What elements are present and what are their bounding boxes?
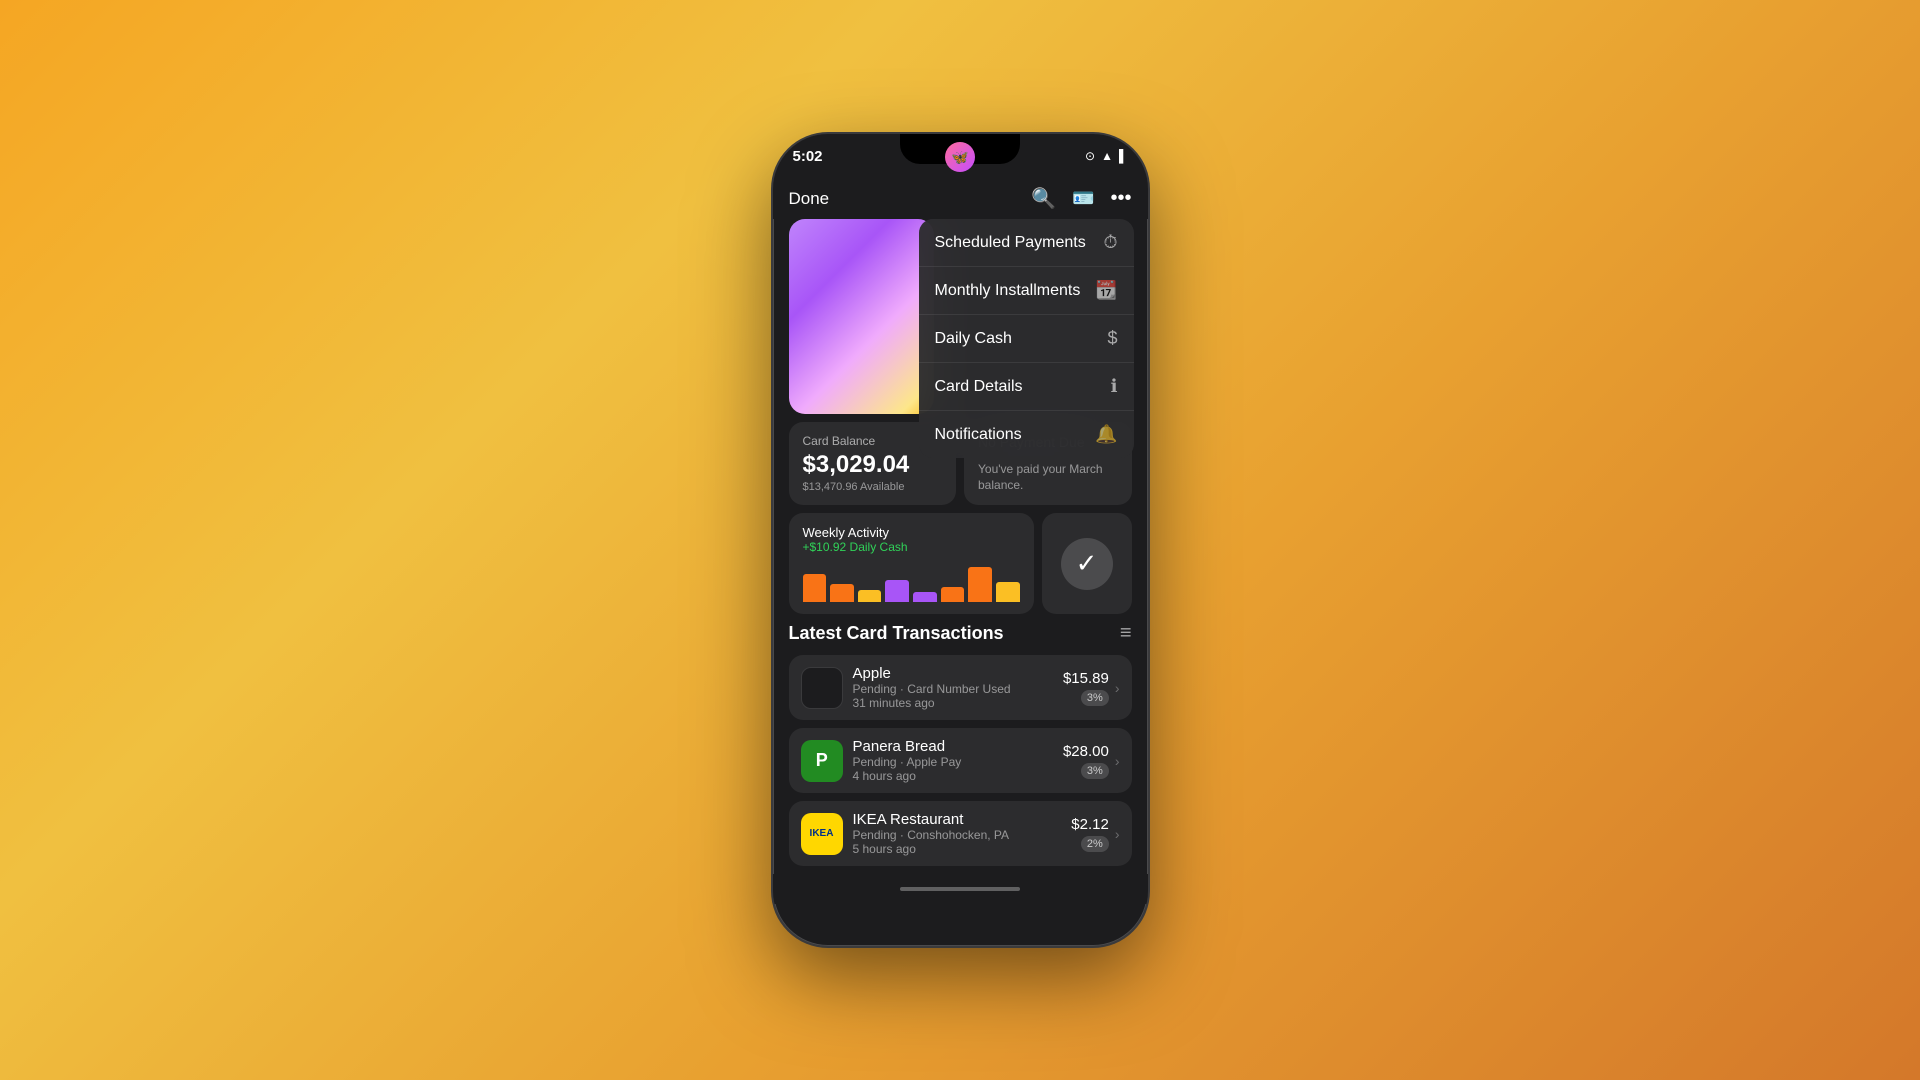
chart-bar xyxy=(996,582,1020,602)
bell-icon: 🔔 xyxy=(1095,424,1117,445)
calendar-icon: 📆 xyxy=(1095,280,1117,301)
dropdown-notifications[interactable]: Notifications 🔔 xyxy=(919,411,1134,458)
transaction-info-ikea: IKEA Restaurant Pending · Conshohocken, … xyxy=(853,811,1072,856)
transactions-header: Latest Card Transactions ≡ xyxy=(789,622,1132,645)
status-time: 5:02 xyxy=(793,148,823,165)
bar-chart xyxy=(803,562,1020,602)
transaction-amount-panera: $28.00 xyxy=(1063,743,1109,760)
chevron-apple: › xyxy=(1115,680,1120,696)
transaction-detail2-panera: 4 hours ago xyxy=(853,769,1063,783)
nav-bar: Done 🔍 🪪 ••• xyxy=(773,178,1148,219)
chevron-panera: › xyxy=(1115,753,1120,769)
more-icon[interactable]: ••• xyxy=(1110,187,1131,210)
chart-bar xyxy=(913,592,937,602)
chart-bar xyxy=(885,580,909,602)
transaction-apple[interactable]: Apple Pending · Card Number Used 31 minu… xyxy=(789,655,1132,720)
apple-card xyxy=(789,219,934,414)
chart-bar xyxy=(830,584,854,602)
panera-icon: P xyxy=(816,750,828,771)
dollar-icon: $ xyxy=(1107,328,1117,349)
transaction-cashback-apple: 3% xyxy=(1081,690,1109,706)
transaction-detail1-ikea: Pending · Conshohocken, PA xyxy=(853,828,1072,842)
transaction-ikea[interactable]: IKEA IKEA Restaurant Pending · Conshohoc… xyxy=(789,801,1132,866)
transaction-name-ikea: IKEA Restaurant xyxy=(853,811,1072,828)
ikea-logo: IKEA xyxy=(801,813,843,855)
payment-subtitle: You've paid your March balance. xyxy=(978,462,1118,493)
transaction-info-panera: Panera Bread Pending · Apple Pay 4 hours… xyxy=(853,738,1063,783)
transaction-amount-ikea: $2.12 xyxy=(1071,816,1109,833)
battery-bar: ▌ xyxy=(1119,149,1128,163)
transaction-detail1-apple: Pending · Card Number Used xyxy=(853,682,1063,696)
transaction-detail2-ikea: 5 hours ago xyxy=(853,842,1072,856)
transactions-title: Latest Card Transactions xyxy=(789,623,1004,644)
transaction-right-panera: $28.00 3% xyxy=(1063,743,1109,779)
chart-bar xyxy=(858,590,882,602)
chart-bar xyxy=(968,567,992,602)
activity-card: Weekly Activity +$10.92 Daily Cash xyxy=(789,513,1034,614)
status-icons: ⊙ ▲ ▌ xyxy=(1085,149,1127,163)
balance-available: $13,470.96 Available xyxy=(803,481,943,493)
card-icon[interactable]: 🪪 xyxy=(1072,188,1094,209)
activity-title: Weekly Activity xyxy=(803,525,1020,540)
transaction-cashback-panera: 3% xyxy=(1081,763,1109,779)
clock-icon: ⏱ xyxy=(1103,232,1117,253)
transaction-detail1-panera: Pending · Apple Pay xyxy=(853,755,1063,769)
dropdown-monthly-installments[interactable]: Monthly Installments 📆 xyxy=(919,267,1134,315)
transaction-panera[interactable]: P Panera Bread Pending · Apple Pay 4 hou… xyxy=(789,728,1132,793)
nav-icons: 🔍 🪪 ••• xyxy=(1031,186,1131,211)
transaction-detail2-apple: 31 minutes ago xyxy=(853,696,1063,710)
transaction-right-apple: $15.89 3% xyxy=(1063,670,1109,706)
filter-icon[interactable]: ≡ xyxy=(1120,622,1132,645)
apple-logo xyxy=(801,667,843,709)
balance-amount: $3,029.04 xyxy=(803,452,943,478)
chart-bar xyxy=(803,574,827,602)
dropdown-daily-cash[interactable]: Daily Cash $ xyxy=(919,315,1134,363)
search-icon[interactable]: 🔍 xyxy=(1031,186,1056,211)
phone-frame: 5:02 🦋 ⊙ ▲ ▌ Done 🔍 🪪 ••• Scheduled Paym… xyxy=(773,134,1148,946)
card-area: Scheduled Payments ⏱ Monthly Installment… xyxy=(789,219,1132,414)
checkmark-icon: ✓ xyxy=(1061,538,1113,590)
info-icon: ℹ xyxy=(1111,376,1118,397)
home-indicator xyxy=(773,874,1148,904)
chevron-ikea: › xyxy=(1115,826,1120,842)
transaction-right-ikea: $2.12 2% xyxy=(1071,816,1109,852)
battery-icon: ⊙ xyxy=(1085,149,1095,163)
transaction-name-apple: Apple xyxy=(853,665,1063,682)
wifi-icon: ▲ xyxy=(1101,149,1113,163)
activity-row: Weekly Activity +$10.92 Daily Cash ✓ xyxy=(789,513,1132,614)
dropdown-menu: Scheduled Payments ⏱ Monthly Installment… xyxy=(919,219,1134,458)
activity-subtitle: +$10.92 Daily Cash xyxy=(803,540,1020,554)
transactions-section: Latest Card Transactions ≡ Apple Pending… xyxy=(789,622,1132,874)
dropdown-card-details[interactable]: Card Details ℹ xyxy=(919,363,1134,411)
home-bar xyxy=(900,887,1020,891)
payment-complete-card: ✓ xyxy=(1042,513,1132,614)
dropdown-scheduled-payments[interactable]: Scheduled Payments ⏱ xyxy=(919,219,1134,267)
done-button[interactable]: Done xyxy=(789,189,830,209)
transaction-info-apple: Apple Pending · Card Number Used 31 minu… xyxy=(853,665,1063,710)
chart-bar xyxy=(941,587,965,602)
panera-logo: P xyxy=(801,740,843,782)
transaction-name-panera: Panera Bread xyxy=(853,738,1063,755)
transaction-amount-apple: $15.89 xyxy=(1063,670,1109,687)
transaction-cashback-ikea: 2% xyxy=(1081,836,1109,852)
ikea-icon: IKEA xyxy=(810,828,834,839)
